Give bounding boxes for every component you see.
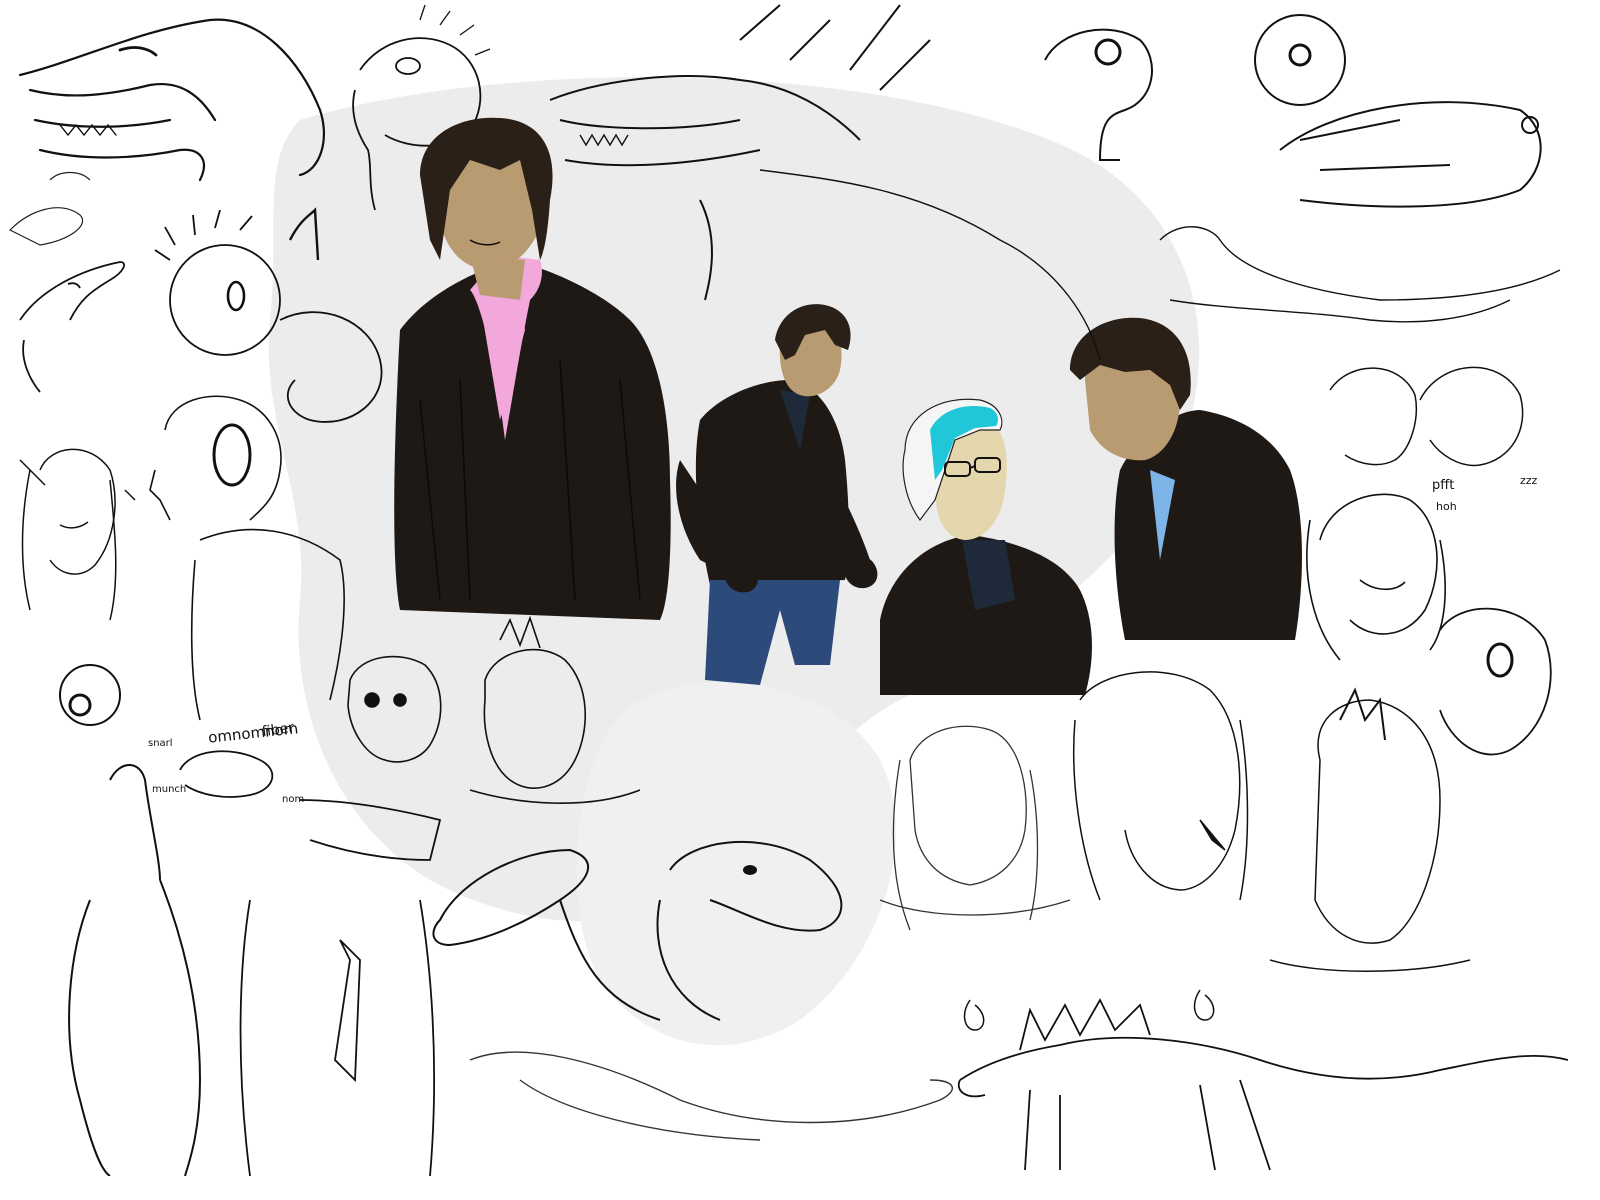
scribble-snarl: snarl [148,738,173,749]
goatee-man-sketch [1073,671,1249,901]
dragon-head-sketch-topleft [18,18,325,182]
lizard-man-sketch-left [59,664,202,1176]
flame-doodles [963,989,1215,1031]
kissing-couple-sketch [1329,366,1524,467]
eyeball-creature-sketch-right [1439,607,1552,756]
scribble-munch: munch [152,784,187,795]
raptor-head-sketch [19,261,125,393]
serpent-sketch-right [1159,226,1561,323]
quadruped-dragon-sketch [957,998,1568,1171]
mohawk-man-sketch [1269,687,1471,972]
scribble-hoh: hoh [1436,500,1457,513]
serpent-dragon-sketch-bottom [469,1051,953,1141]
eyeball-creature-sketch [1044,28,1153,161]
scribble-pfft: pfft [1432,478,1455,493]
scribble-nom: nom [282,794,305,805]
small-lizard-sketch [8,171,91,246]
elf-face-sketch [19,448,136,621]
scribble-zzz: zzz [1520,474,1538,487]
long-hair-man-sketch [879,725,1071,931]
curly-creature-sketch-topright [1254,14,1542,208]
sketch-canvas [8,4,1568,1176]
smiling-long-hair-face-sketch [1306,493,1446,661]
